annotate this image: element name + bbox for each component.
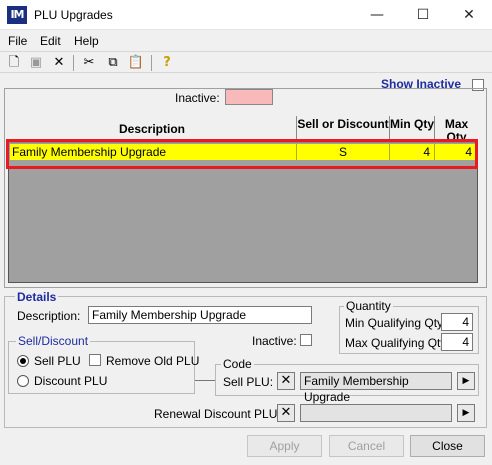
- save-icon[interactable]: ▣: [27, 54, 45, 72]
- remove-old-plu-label: Remove Old PLU: [106, 354, 200, 368]
- description-label: Description:: [17, 309, 81, 323]
- app-icon: IM: [7, 6, 27, 24]
- paste-icon[interactable]: 📋: [127, 54, 145, 72]
- discount-plu-label: Discount PLU: [34, 374, 108, 388]
- clear-sell-plu-icon[interactable]: ✕: [277, 372, 295, 390]
- apply-button[interactable]: Apply: [247, 435, 322, 457]
- renewal-discount-lookup-arrow-icon[interactable]: ▶: [457, 404, 475, 422]
- code-sell-plu-label: Sell PLU:: [223, 375, 274, 389]
- delete-icon[interactable]: ✕: [50, 54, 68, 72]
- cancel-button[interactable]: Cancel: [329, 435, 404, 457]
- renewal-discount-plu-label: Renewal Discount PLU:: [154, 407, 281, 421]
- renewal-discount-plu-field[interactable]: [300, 404, 452, 422]
- toolbar-separator: [73, 55, 74, 71]
- max-qualifying-qty-field[interactable]: 4: [441, 333, 473, 351]
- sell-discount-title: Sell/Discount: [16, 334, 91, 348]
- code-title: Code: [221, 357, 254, 371]
- connector-line: [195, 380, 215, 381]
- close-window-button[interactable]: ✕: [446, 0, 492, 30]
- sell-plu-lookup-arrow-icon[interactable]: ▶: [457, 372, 475, 390]
- sell-plu-label: Sell PLU: [34, 354, 81, 368]
- window-title: PLU Upgrades: [34, 8, 113, 22]
- toolbar-separator: [151, 55, 152, 71]
- inactive-checkbox[interactable]: [300, 334, 312, 346]
- discount-plu-radio[interactable]: [17, 375, 29, 387]
- copy-icon[interactable]: ⧉: [104, 54, 122, 72]
- title-bar: IM PLU Upgrades — ☐ ✕: [0, 0, 492, 30]
- min-qualifying-qty-field[interactable]: 4: [441, 313, 473, 331]
- remove-old-plu-checkbox[interactable]: [89, 354, 101, 366]
- selected-row-highlight: [6, 139, 478, 169]
- description-field[interactable]: Family Membership Upgrade: [88, 306, 312, 324]
- close-button[interactable]: Close: [410, 435, 485, 457]
- cut-icon[interactable]: ✂: [80, 54, 98, 72]
- inactive-legend-label: Inactive:: [175, 91, 220, 105]
- menu-bar: File Edit Help: [0, 31, 492, 51]
- inactive-color-swatch: [225, 89, 273, 105]
- details-inactive-label: Inactive:: [252, 334, 297, 348]
- menu-file[interactable]: File: [8, 34, 27, 48]
- menu-help[interactable]: Help: [74, 34, 99, 48]
- clear-renewal-discount-icon[interactable]: ✕: [277, 404, 295, 422]
- help-icon[interactable]: ?: [158, 54, 176, 72]
- max-qualifying-qty-label: Max Qualifying Qty:: [345, 336, 450, 350]
- min-qualifying-qty-label: Min Qualifying Qty:: [345, 316, 447, 330]
- toolbar: 🗋 ▣ ✕ ✂ ⧉ 📋 ?: [0, 51, 492, 73]
- maximize-button[interactable]: ☐: [400, 0, 446, 30]
- details-title: Details: [15, 290, 59, 304]
- sell-plu-radio[interactable]: [17, 355, 29, 367]
- minimize-button[interactable]: —: [354, 0, 400, 30]
- menu-edit[interactable]: Edit: [40, 34, 61, 48]
- quantity-title: Quantity: [344, 299, 393, 313]
- new-icon[interactable]: 🗋: [5, 54, 23, 72]
- sell-plu-field[interactable]: Family Membership Upgrade: [300, 372, 452, 404]
